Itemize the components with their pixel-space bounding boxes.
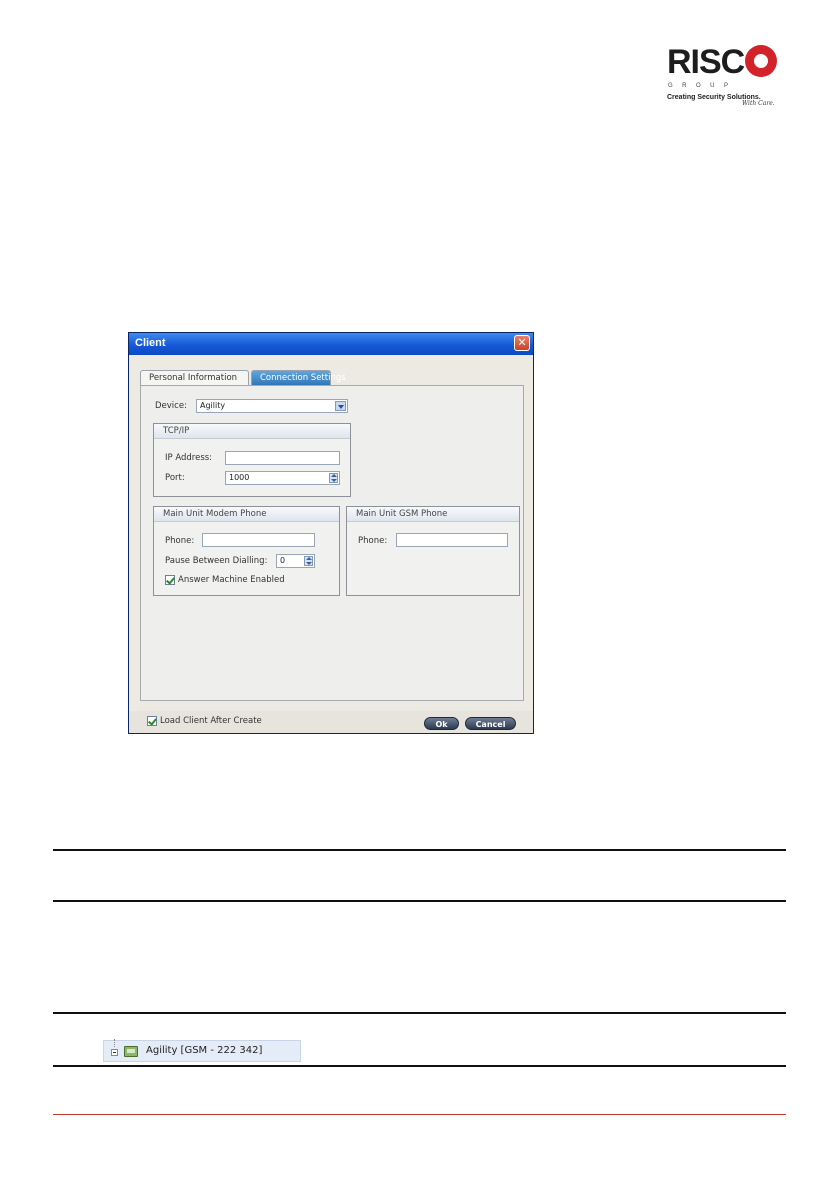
tree-item-label: Agility [GSM - 222 342] <box>146 1045 263 1056</box>
footer-rule <box>53 1114 786 1115</box>
collapse-icon[interactable] <box>111 1049 118 1056</box>
gsm-phone-group-title: Main Unit GSM Phone <box>347 507 519 522</box>
modem-phone-label: Phone: <box>165 536 195 546</box>
tab-personal-information[interactable]: Personal Information <box>140 370 249 386</box>
tab-connection-settings[interactable]: Connection Settings <box>251 370 346 386</box>
gsm-phone-label: Phone: <box>358 536 388 546</box>
chevron-down-icon[interactable] <box>335 401 346 411</box>
pause-between-dialling-stepper[interactable]: 0 <box>276 554 315 568</box>
port-stepper[interactable]: 1000 <box>225 471 340 485</box>
panel-device-icon <box>124 1046 138 1057</box>
dialog-titlebar[interactable]: Client ✕ <box>129 333 533 355</box>
device-select-value: Agility <box>200 401 226 410</box>
spinner-arrows-icon[interactable] <box>329 473 338 483</box>
modem-phone-group: Main Unit Modem Phone Phone: Pause Betwe… <box>153 506 340 596</box>
device-select[interactable]: Agility <box>196 399 348 413</box>
port-value: 1000 <box>229 473 250 482</box>
gsm-phone-input[interactable] <box>396 533 508 547</box>
tcpip-group-title: TCP/IP <box>154 424 350 439</box>
table-rule <box>53 1012 786 1014</box>
modem-phone-group-title: Main Unit Modem Phone <box>154 507 339 522</box>
tree-item-agility[interactable]: Agility [GSM - 222 342] <box>103 1039 301 1062</box>
table-rule <box>53 1065 786 1067</box>
logo-wordmark: RISC <box>667 43 745 81</box>
modem-phone-input[interactable] <box>202 533 315 547</box>
ok-button[interactable]: Ok <box>424 717 459 730</box>
load-client-label: Load Client After Create <box>160 716 262 726</box>
logo-o-icon <box>745 45 777 77</box>
risco-logo: RISC GROUP Creating Security Solutions. … <box>667 44 777 108</box>
close-icon[interactable]: ✕ <box>514 335 530 351</box>
answer-machine-label: Answer Machine Enabled <box>178 575 285 585</box>
connection-settings-panel: Device: Agility TCP/IP IP Address: Port:… <box>140 385 524 701</box>
device-label: Device: <box>155 401 187 411</box>
table-rule <box>53 849 786 851</box>
dialog-title: Client <box>135 337 166 349</box>
answer-machine-checkbox[interactable] <box>165 575 175 585</box>
ip-address-label: IP Address: <box>165 453 213 463</box>
logo-group-text: GROUP <box>668 83 738 89</box>
load-client-checkbox[interactable] <box>147 716 157 726</box>
tree-connector <box>114 1039 115 1047</box>
pause-between-dialling-label: Pause Between Dialling: <box>165 556 268 566</box>
cancel-button[interactable]: Cancel <box>465 717 516 730</box>
ip-address-input[interactable] <box>225 451 340 465</box>
port-label: Port: <box>165 473 185 483</box>
table-rule <box>53 900 786 902</box>
tcpip-group: TCP/IP IP Address: Port: 1000 <box>153 423 351 497</box>
pause-value: 0 <box>280 556 286 565</box>
gsm-phone-group: Main Unit GSM Phone Phone: <box>346 506 520 596</box>
client-dialog: Client ✕ Personal Information Connection… <box>128 332 534 734</box>
spinner-arrows-icon[interactable] <box>304 556 313 566</box>
logo-script: With Care. <box>742 100 775 107</box>
